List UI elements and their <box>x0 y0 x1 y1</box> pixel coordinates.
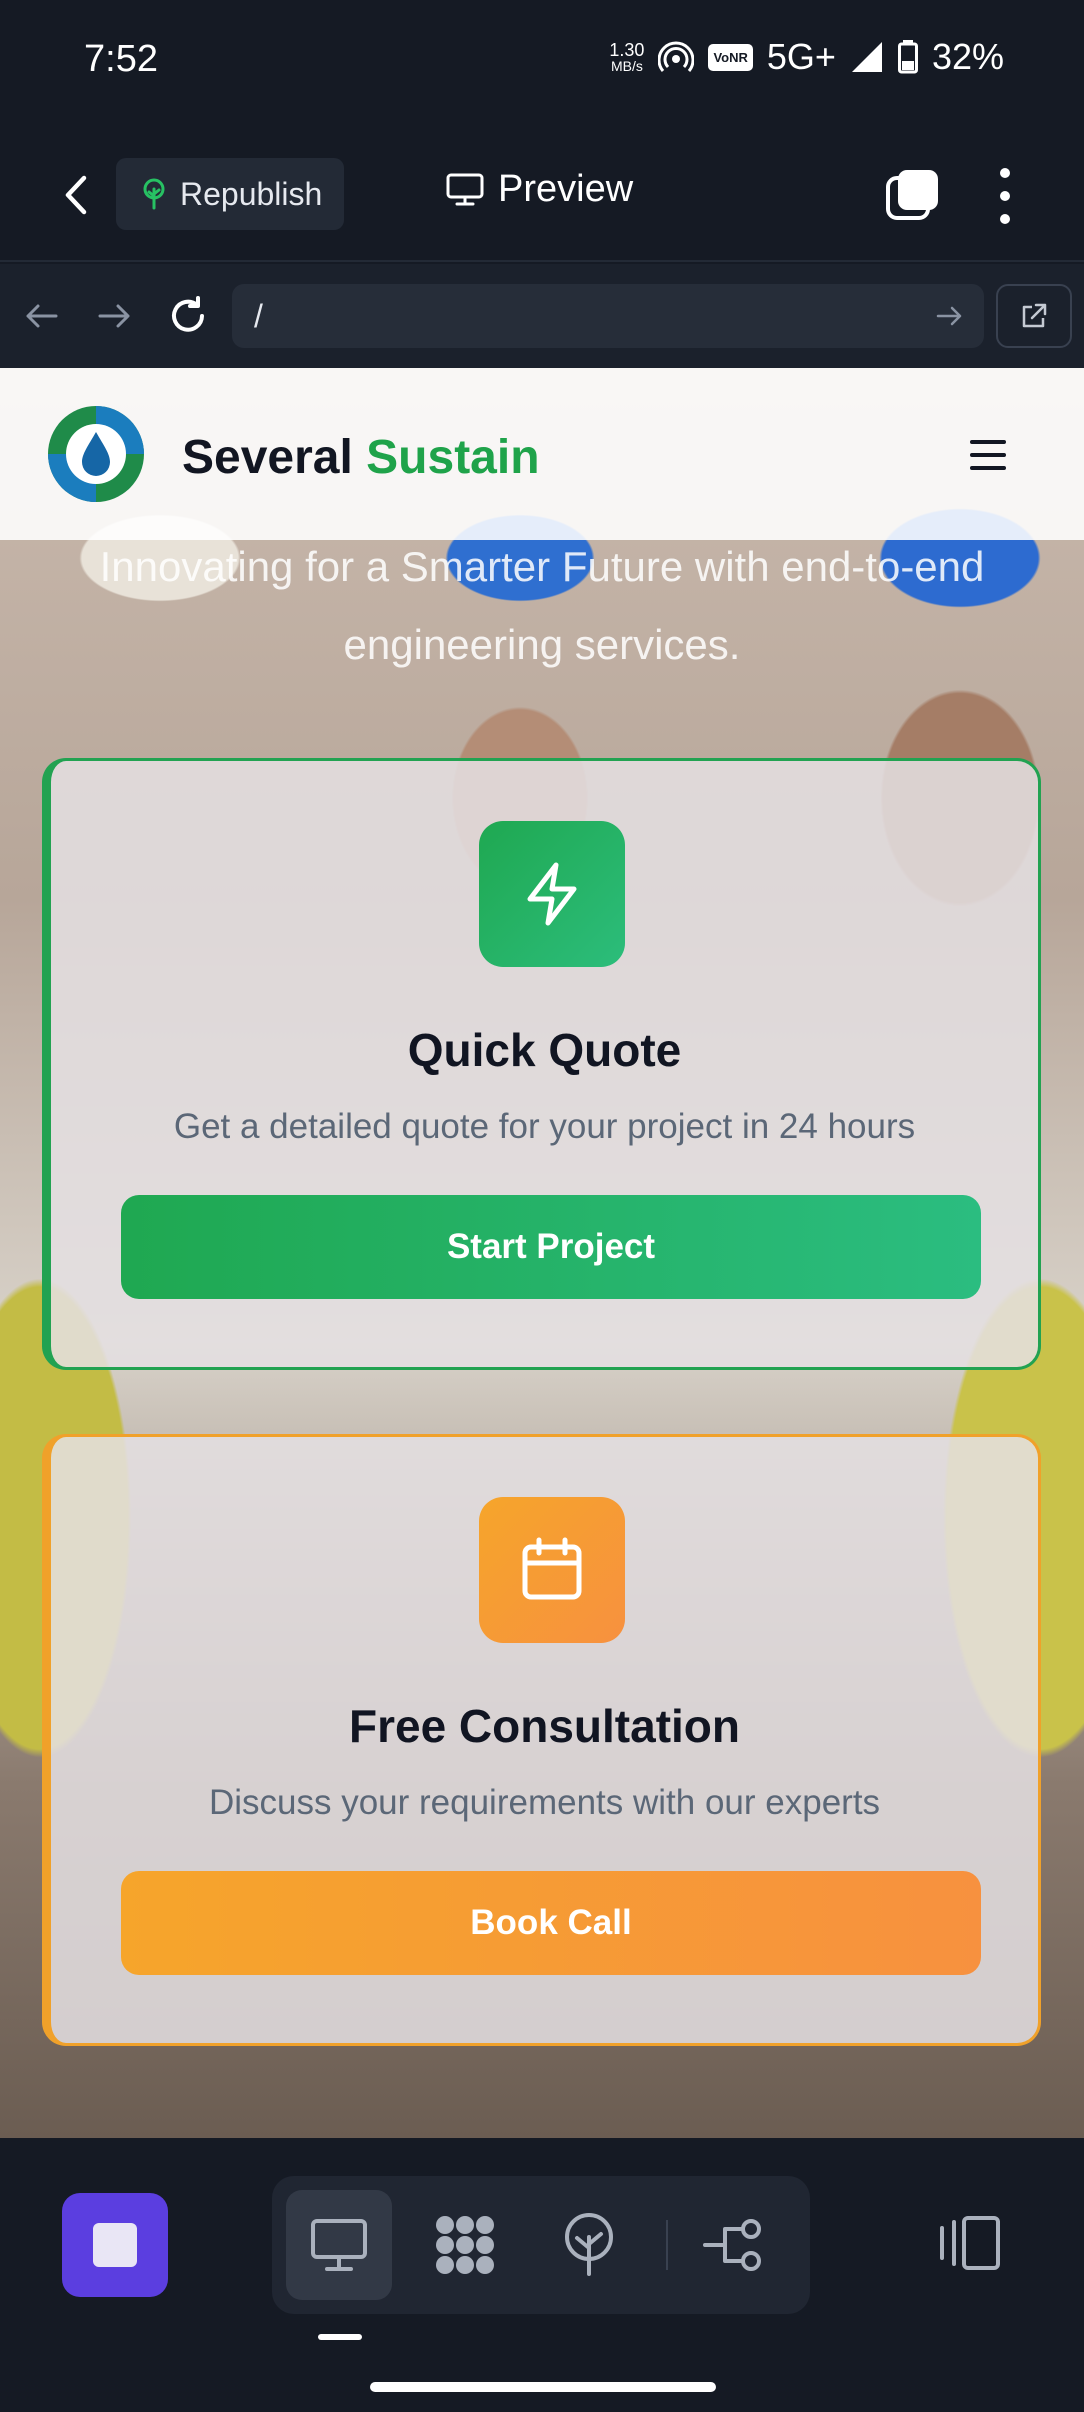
deploy-tab[interactable] <box>536 2190 642 2300</box>
brand-accent: Sustain <box>366 431 540 484</box>
start-project-button[interactable]: Start Project <box>121 1195 981 1299</box>
monitor-icon <box>446 173 484 205</box>
signal-icon <box>851 42 882 72</box>
workflow-icon <box>703 2219 761 2271</box>
hero-tagline: Innovating for a Smarter Future with end… <box>99 543 985 668</box>
site-header: Several Sustain <box>0 368 1084 540</box>
url-input[interactable]: / <box>232 284 984 348</box>
water-drop-logo-icon[interactable] <box>46 404 146 504</box>
free-consultation-card: Free Consultation Discuss your requireme… <box>42 1434 1041 2046</box>
card-title: Free Consultation <box>348 1700 741 1752</box>
calendar-icon <box>479 1497 625 1643</box>
view-switcher <box>272 2176 810 2314</box>
card-description: Discuss your requirements with our exper… <box>208 1783 881 1822</box>
republish-button[interactable]: Republish <box>116 158 345 230</box>
network-type: 5G+ <box>766 36 836 77</box>
net-speed: 1.30 MB/s <box>609 41 644 73</box>
copy-tab-icon[interactable] <box>884 168 940 224</box>
url-text: / <box>254 297 263 334</box>
apps-grid-icon <box>436 2216 494 2274</box>
net-speed-unit: MB/s <box>610 58 643 74</box>
card-title: Quick Quote <box>407 1024 682 1076</box>
preview-label: Preview <box>498 168 634 210</box>
republish-label: Republish <box>180 175 323 212</box>
deploy-icon <box>565 2213 613 2276</box>
nav-back-icon[interactable] <box>18 292 66 340</box>
preview-title: Preview <box>446 168 633 211</box>
back-arrow-icon[interactable] <box>52 168 102 222</box>
bottom-toolbar <box>0 2138 1084 2412</box>
active-tab-indicator <box>318 2334 362 2340</box>
nav-forward-icon[interactable] <box>90 292 138 340</box>
more-options-icon[interactable] <box>990 168 1020 224</box>
vonr-badge: VoNR <box>708 43 753 71</box>
brand-first: Several <box>182 431 353 484</box>
hamburger-menu-icon[interactable] <box>970 440 1006 470</box>
card-description: Get a detailed quote for your project in… <box>173 1107 916 1146</box>
web-preview: Innovating for a Smarter Future with end… <box>0 368 1084 2138</box>
quick-quote-card: Quick Quote Get a detailed quote for you… <box>42 758 1041 1370</box>
app-bar: Republish Preview <box>0 128 1084 262</box>
book-call-button[interactable]: Book Call <box>121 1871 981 1975</box>
external-link-icon <box>1022 303 1047 328</box>
workflow-tab[interactable] <box>680 2190 786 2300</box>
status-time: 7:52 <box>84 38 158 80</box>
open-external-button[interactable] <box>996 284 1072 348</box>
toolbar-divider <box>666 2220 668 2270</box>
apps-tab[interactable] <box>412 2190 518 2300</box>
stop-button[interactable] <box>62 2193 168 2297</box>
desktop-view-tab[interactable] <box>286 2190 392 2300</box>
stop-square-icon <box>93 2223 137 2267</box>
lightning-icon <box>479 821 625 967</box>
url-bar: / <box>0 264 1084 368</box>
battery-percent: 32% <box>931 36 1004 77</box>
desktop-icon <box>311 2219 367 2271</box>
status-icons: 1.30 MB/s VoNR 5G+ 32% <box>609 36 1004 78</box>
home-gesture-bar[interactable] <box>370 2382 716 2392</box>
go-arrow-icon[interactable] <box>934 300 966 332</box>
battery-icon <box>897 40 918 74</box>
split-panel-icon[interactable] <box>934 2208 1004 2278</box>
status-bar: 7:52 1.30 MB/s VoNR 5G+ 32% <box>0 0 1084 128</box>
hotspot-icon <box>658 41 695 72</box>
reload-icon[interactable] <box>164 292 212 340</box>
brand-name[interactable]: Several Sustain <box>182 430 540 485</box>
net-speed-value: 1.30 <box>609 40 645 60</box>
tree-icon <box>143 178 165 210</box>
